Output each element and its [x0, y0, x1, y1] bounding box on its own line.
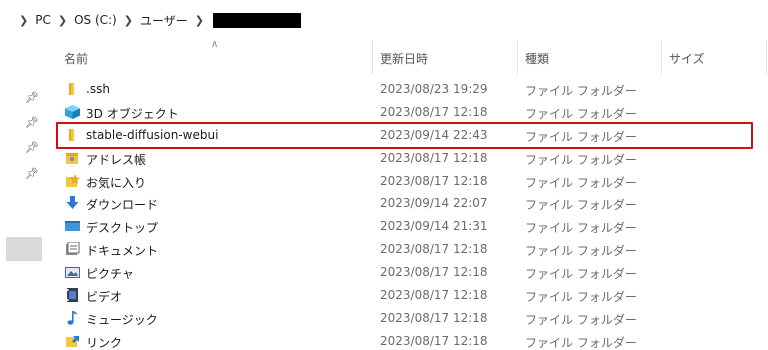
chevron-right-icon[interactable]: ❯: [19, 14, 28, 27]
pictures-icon: [65, 265, 80, 279]
file-name: ピクチャ: [86, 267, 134, 282]
file-date: 2023/08/17 12:18: [380, 104, 488, 119]
file-name: .ssh: [86, 82, 110, 96]
column-divider[interactable]: [661, 40, 662, 74]
file-type: ファイル フォルダー: [525, 244, 637, 259]
file-name: ドキュメント: [86, 244, 159, 259]
file-date: 2023/08/17 12:18: [380, 310, 488, 325]
file-row-links[interactable]: リンク 2023/08/17 12:18 ファイル フォルダー: [56, 330, 768, 350]
folder-icon: [65, 82, 80, 96]
file-type: ファイル フォルダー: [525, 221, 637, 236]
breadcrumb: ❯ PC ❯ OS (C:) ❯ ユーザー ❯: [0, 8, 768, 32]
file-list: .ssh 2023/08/23 19:29 ファイル フォルダー 3D オブジェ…: [56, 78, 768, 350]
file-row-documents[interactable]: ドキュメント 2023/08/17 12:18 ファイル フォルダー: [56, 238, 768, 261]
redacted-username: [212, 12, 301, 28]
column-headers: ∧ 名前 更新日時 種類 サイズ: [56, 39, 768, 74]
file-type: ファイル フォルダー: [525, 84, 637, 98]
file-type: ファイル フォルダー: [525, 152, 637, 167]
file-name: アドレス帳: [86, 152, 147, 167]
file-date: 2023/08/17 12:18: [380, 288, 488, 303]
file-date: 2023/08/17 12:18: [380, 173, 488, 188]
column-header-name[interactable]: 名前: [64, 50, 88, 67]
file-row-contacts[interactable]: アドレス帳 2023/08/17 12:18 ファイル フォルダー: [56, 147, 768, 170]
file-name: お気に入り: [86, 175, 147, 190]
file-row-3d-objects[interactable]: 3D オブジェクト 2023/08/17 12:18 ファイル フォルダー: [56, 101, 768, 124]
file-type: ファイル フォルダー: [525, 175, 637, 190]
file-name: ビデオ: [86, 290, 123, 305]
3d-objects-icon: [65, 104, 80, 119]
pin-icon[interactable]: 📌︎: [25, 142, 39, 154]
highlight-box: [56, 122, 753, 149]
pin-icon[interactable]: 📌︎: [25, 117, 39, 129]
music-icon: [65, 310, 80, 325]
column-header-size[interactable]: サイズ: [669, 50, 705, 67]
file-type: ファイル フォルダー: [525, 106, 637, 121]
pin-icon[interactable]: 📌︎: [25, 92, 39, 104]
contacts-icon: [65, 151, 80, 165]
file-name: ミュージック: [86, 312, 158, 327]
chevron-right-icon[interactable]: ❯: [58, 14, 67, 27]
chevron-right-icon[interactable]: ❯: [195, 14, 204, 27]
file-row-music[interactable]: ミュージック 2023/08/17 12:18 ファイル フォルダー: [56, 307, 768, 330]
videos-icon: [65, 288, 80, 303]
file-row-videos[interactable]: ビデオ 2023/08/17 12:18 ファイル フォルダー: [56, 284, 768, 307]
breadcrumb-item-drive[interactable]: OS (C:): [74, 13, 117, 27]
downloads-icon: [65, 196, 80, 210]
column-divider[interactable]: [372, 40, 373, 74]
file-date: 2023/08/23 19:29: [380, 82, 488, 96]
file-name: 3D オブジェクト: [86, 106, 179, 121]
file-date: 2023/08/17 12:18: [380, 333, 488, 348]
column-divider[interactable]: [766, 40, 767, 74]
file-row-favorites[interactable]: お気に入り 2023/08/17 12:18 ファイル フォルダー: [56, 170, 768, 193]
chevron-right-icon[interactable]: ❯: [124, 14, 133, 27]
file-date: 2023/09/14 21:31: [380, 219, 488, 234]
file-type: ファイル フォルダー: [525, 335, 637, 350]
file-date: 2023/09/14 22:07: [380, 196, 488, 211]
file-row-ssh[interactable]: .ssh 2023/08/23 19:29 ファイル フォルダー: [56, 78, 768, 101]
sort-ascending-icon: ∧: [211, 39, 219, 50]
file-name: リンク: [86, 335, 123, 350]
file-name: デスクトップ: [86, 221, 159, 236]
file-date: 2023/08/17 12:18: [380, 242, 488, 257]
column-header-date[interactable]: 更新日時: [380, 50, 428, 67]
links-icon: [65, 334, 80, 348]
favorites-icon: [65, 173, 81, 188]
file-type: ファイル フォルダー: [525, 198, 637, 213]
navigation-pane: 📌︎ 📌︎ 📌︎ 📌︎: [0, 40, 44, 350]
file-type: ファイル フォルダー: [525, 312, 637, 327]
file-type: ファイル フォルダー: [525, 290, 637, 305]
file-type: ファイル フォルダー: [525, 267, 637, 282]
pin-icon[interactable]: 📌︎: [25, 168, 39, 180]
file-date: 2023/08/17 12:18: [380, 265, 488, 280]
column-header-type[interactable]: 種類: [525, 50, 549, 67]
documents-icon: [65, 241, 80, 256]
file-row-pictures[interactable]: ピクチャ 2023/08/17 12:18 ファイル フォルダー: [56, 261, 768, 284]
column-divider[interactable]: [517, 40, 518, 74]
file-row-desktop[interactable]: デスクトップ 2023/09/14 21:31 ファイル フォルダー: [56, 215, 768, 238]
breadcrumb-item-users[interactable]: ユーザー: [140, 12, 188, 29]
file-name: ダウンロード: [86, 198, 159, 213]
desktop-icon: [65, 219, 80, 233]
file-date: 2023/08/17 12:18: [380, 150, 488, 165]
file-row-downloads[interactable]: ダウンロード 2023/09/14 22:07 ファイル フォルダー: [56, 192, 768, 215]
breadcrumb-item-pc[interactable]: PC: [35, 13, 51, 27]
nav-selected-item[interactable]: [6, 237, 42, 261]
